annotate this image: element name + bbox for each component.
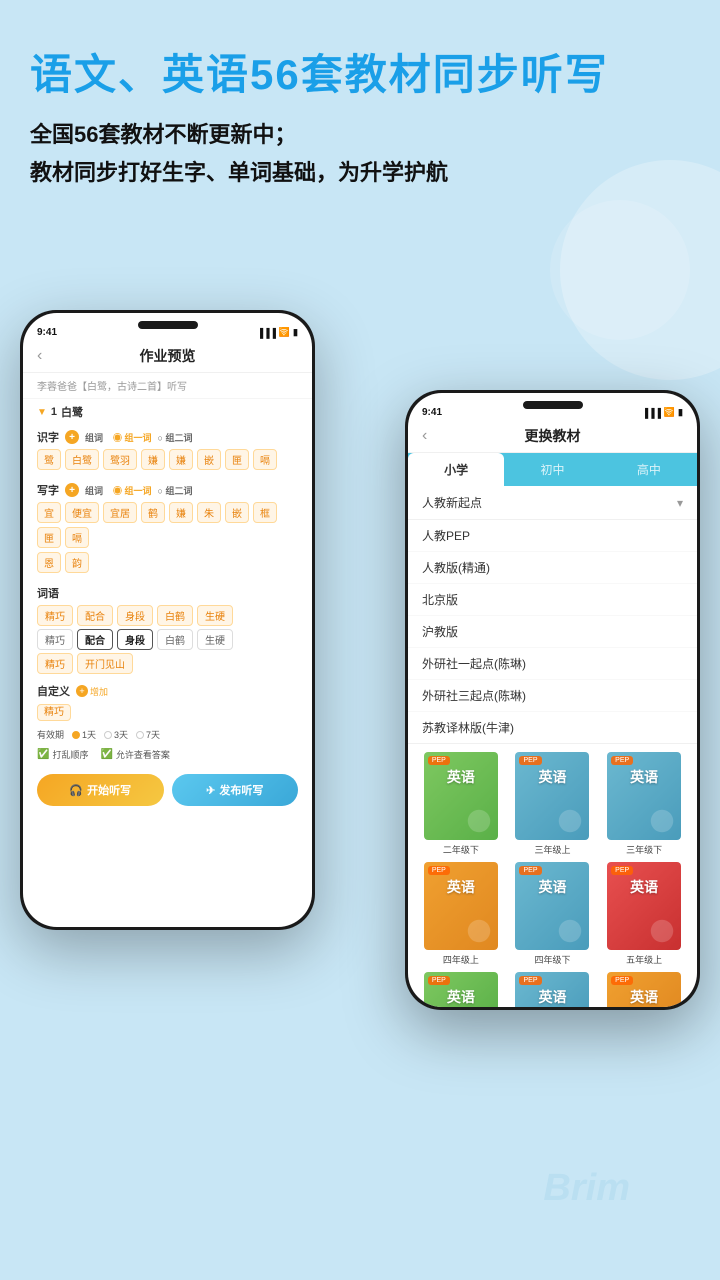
book-item-3[interactable]: PEP 英语 四年级上 [418, 862, 504, 966]
dropdown-arrow-icon: ▾ [677, 496, 683, 510]
textbook-dropdown[interactable]: 人教新起点 ▾ [408, 486, 697, 520]
menu-item-5[interactable]: 外研社三起点(陈琳) [408, 680, 697, 712]
vocab-row2: 精巧 配合 身段 白鹤 生硬 [37, 629, 298, 650]
validity-3day[interactable]: 3天 [104, 728, 128, 741]
nav-bar-right: ‹ 更换教材 [408, 422, 697, 453]
nav-bar-left: ‹ 作业预览 [23, 342, 312, 373]
header-area: 语文、英语56套教材同步听写 全国56套教材不断更新中； 教材同步打好生字、单词… [0, 0, 720, 211]
status-icons-left: ▐▐▐ 🛜 ▮ [257, 327, 298, 338]
recognize-chars-tags: 鹭 白鹭 鹭羽 嫌 嫌 嵌 匣 嗝 [37, 449, 298, 470]
shuffle-option[interactable]: ✅ 打乱顺序 [37, 748, 88, 761]
custom-section: 自定义 + 增加 精巧 [23, 681, 312, 722]
nav-title-left: 作业预览 [140, 346, 196, 366]
custom-word-tag: 精巧 [37, 704, 71, 721]
vocab-row1: 精巧 配合 身段 白鹤 生硬 [37, 605, 298, 626]
start-dictation-button[interactable]: 🎧 开始听写 [37, 774, 164, 806]
show-answer-option[interactable]: ✅ 允许查看答案 [100, 748, 169, 761]
books-grid: PEP 英语 二年级下 PEP 英语 [408, 744, 697, 1007]
publish-dictation-button[interactable]: ✈ 发布听写 [172, 774, 299, 806]
book-item-1[interactable]: PEP 英语 三年级上 [510, 752, 596, 856]
menu-item-4[interactable]: 外研社一起点(陈琳) [408, 648, 697, 680]
tabs-bar: 小学 初中 高中 [408, 453, 697, 486]
status-icons-right: ▐▐▐ 🛜 ▮ [642, 407, 683, 418]
menu-item-2[interactable]: 北京版 [408, 584, 697, 616]
book-item-6[interactable]: PEP 英语 五年级下 [418, 972, 504, 1007]
menu-item-0[interactable]: 人教PEP [408, 520, 697, 552]
add-custom-btn[interactable]: + 增加 [76, 685, 108, 698]
write-chars-extra: 恩 韵 [37, 552, 298, 573]
recognize-section: 识字 + 组词 ◉ 组一词 ○ 组二词 鹭 白鹭 鹭羽 嫌 嫌 嵌 匣 [23, 425, 312, 478]
status-time-left: 9:41 [37, 327, 57, 338]
tab-elementary[interactable]: 小学 [408, 453, 504, 486]
book-item-5[interactable]: PEP 英语 五年级上 [601, 862, 687, 966]
validity-1day[interactable]: 1天 [72, 728, 96, 741]
back-icon-right[interactable]: ‹ [422, 427, 427, 445]
validity-section: 有效期 1天 3天 7天 [23, 722, 312, 745]
book-item-2[interactable]: PEP 英语 三年级下 [601, 752, 687, 856]
textbook-menu: 人教PEP 人教版(精通) 北京版 沪教版 外研社一起点(陈琳) 外研社三起点(… [408, 520, 697, 744]
phone-right: 9:41 ▐▐▐ 🛜 ▮ ‹ 更换教材 小学 初中 高中 人教新起点 [405, 390, 700, 1010]
book-item-4[interactable]: PEP 英语 四年级下 [510, 862, 596, 966]
phone-left: 9:41 ▐▐▐ 🛜 ▮ ‹ 作业预览 李蓉爸爸【白鹭，古诗二首】听写 ▼ 1 … [20, 310, 315, 930]
page-subtitle: 全国56套教材不断更新中； 教材同步打好生字、单词基础，为升学护航 [30, 116, 690, 191]
add-group-btn2[interactable]: + [65, 483, 79, 497]
tab-middle[interactable]: 初中 [504, 453, 600, 486]
vocab-section: 词语 精巧 配合 身段 白鹤 生硬 精巧 配合 身段 白鹤 生硬 精巧 [23, 581, 312, 681]
notch-right [523, 401, 583, 409]
back-icon-left[interactable]: ‹ [37, 347, 42, 365]
write-section: 写字 + 组词 ◉ 组一词 ○ 组二词 宜 便宜 宜居 鹤 嫌 朱 嵌 [23, 478, 312, 581]
section-header: ▼ 1 白鹭 [23, 399, 312, 425]
phone-right-screen: 9:41 ▐▐▐ 🛜 ▮ ‹ 更换教材 小学 初中 高中 人教新起点 [408, 393, 697, 1007]
add-group-btn[interactable]: + [65, 430, 79, 444]
notch-left [138, 321, 198, 329]
write-chars-tags: 宜 便宜 宜居 鹤 嫌 朱 嵌 框 匣 嗝 [37, 502, 298, 548]
tab-high[interactable]: 高中 [601, 453, 697, 486]
vocab-row3: 精巧 开门见山 [37, 653, 298, 674]
phone-left-screen: 9:41 ▐▐▐ 🛜 ▮ ‹ 作业预览 李蓉爸爸【白鹭，古诗二首】听写 ▼ 1 … [23, 313, 312, 927]
options-section: ✅ 打乱顺序 ✅ 允许查看答案 [23, 745, 312, 764]
validity-7day[interactable]: 7天 [136, 728, 160, 741]
book-item-0[interactable]: PEP 英语 二年级下 [418, 752, 504, 856]
section-arrow: ▼ [37, 407, 47, 418]
action-buttons: 🎧 开始听写 ✈ 发布听写 [23, 764, 312, 818]
menu-item-3[interactable]: 沪教版 [408, 616, 697, 648]
book-item-8[interactable]: PEP 英语 六年级下 [601, 972, 687, 1007]
status-time-right: 9:41 [422, 407, 442, 418]
menu-item-6[interactable]: 苏教译林版(牛津) [408, 712, 697, 743]
book-item-7[interactable]: PEP 英语 六年级上 [510, 972, 596, 1007]
page-title: 语文、英语56套教材同步听写 [30, 50, 690, 100]
nav-title-right: 更换教材 [525, 426, 581, 446]
phones-area: 9:41 ▐▐▐ 🛜 ▮ ‹ 作业预览 李蓉爸爸【白鹭，古诗二首】听写 ▼ 1 … [0, 250, 720, 1280]
menu-item-1[interactable]: 人教版(精通) [408, 552, 697, 584]
assignment-subtitle: 李蓉爸爸【白鹭，古诗二首】听写 [23, 373, 312, 399]
